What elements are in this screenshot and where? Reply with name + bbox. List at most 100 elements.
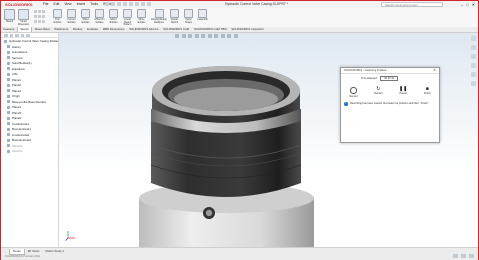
offset-surface-icon [95,9,104,18]
dialog-title: SOLIDWORKS - Capturing Problem ✕ [341,68,439,74]
menu-view[interactable]: View [64,2,71,7]
record-icon [350,87,357,94]
menu-tools[interactable]: Tools [90,2,98,7]
repair-sketch-button[interactable]: Repair Sketch [168,9,181,24]
display-manager-icon[interactable] [26,33,30,37]
tab-addins[interactable]: SOLIDWORKS Add-Ins [127,27,161,32]
offset-icon [81,9,90,18]
options-icon[interactable] [147,2,151,6]
convert-icon [67,9,76,18]
tree-tabs [1,33,58,38]
status-text: SOLIDWORKS Premium 2021 [5,254,41,258]
property-manager-icon[interactable] [9,33,13,37]
configuration-manager-icon[interactable] [15,33,19,37]
spline-tools[interactable] [34,20,46,23]
smart-dimension-icon [18,9,29,20]
command-manager: Sketch Smart Dimension Trim Entities Con… [1,8,478,28]
tab-inspection[interactable]: SOLIDWORKS Inspection [229,27,266,32]
trim-icon [53,9,62,18]
equations-icon [7,67,10,71]
open-icon[interactable] [111,2,115,6]
dialog-close-button[interactable]: ✕ [433,68,436,73]
plane-icon [7,78,10,82]
mirror-entities-button[interactable]: Mirror Entities [107,9,120,24]
time-elapsed: Time Elapsed: 00:07:11 [361,76,399,81]
menu-insert[interactable]: Insert [77,2,85,7]
recording-message: i Recording has been started. Recreate t… [344,102,430,106]
plane-icon [7,111,10,115]
solidworks-logo: SOLIDWORKS [5,2,33,7]
maximize-button[interactable]: □ [466,2,468,7]
tab-weldments[interactable]: Weldments [52,27,71,32]
cut-extrude-icon [7,122,10,126]
search-input[interactable]: Search Community Forum [381,2,443,7]
tab-cam[interactable]: SOLIDWORKS CAM [161,27,192,32]
time-elapsed-value: 00:07:11 [380,76,399,81]
move-entities-button[interactable]: Move Entities [135,9,148,24]
print-icon[interactable] [123,2,127,6]
rebuild-icon[interactable] [141,2,145,6]
origin-icon [7,94,10,98]
boss-extrude-icon [7,127,10,131]
tab-mbd-dimensions[interactable]: MBD Dimensions [100,27,126,32]
smart-dimension-button[interactable]: Smart Dimension [17,9,30,26]
quick-access-toolbar [105,2,151,6]
units-icon[interactable] [461,254,466,258]
repair-icon [170,9,179,18]
select-icon[interactable] [135,2,139,6]
menu-edit[interactable]: Edit [53,2,59,7]
snaps-icon [184,9,193,18]
trim-entities-button[interactable]: Trim Entities [51,9,64,24]
tab-sheet-metal[interactable]: Sheet Metal [32,27,52,32]
tab-motion-study[interactable]: Motion Study 1 [42,249,67,255]
part-icon [4,39,7,43]
axis-triad-icon [65,229,77,242]
instant2d-icon [198,9,207,18]
tab-evaluate[interactable]: Evaluate [85,27,101,32]
new-icon[interactable] [105,2,109,6]
tab-sketch[interactable]: Sketch [16,27,33,32]
quick-snaps-button[interactable]: Quick Snaps [182,9,195,24]
dimxpert-icon[interactable] [20,33,24,37]
menu-file[interactable]: File [43,2,48,7]
cut-extrude-icon [7,133,10,137]
offset-on-surface-button[interactable]: Offset On Surface [93,9,106,24]
help-icon[interactable] [469,254,474,258]
solid-bodies-icon [7,61,10,65]
annotations-icon [7,50,10,54]
recording-controls: Record ↻ Restart ❚❚ Pause ■ Finish [341,86,439,98]
undo-icon[interactable] [129,2,133,6]
sketch-icon [7,144,10,148]
sketch-icon [4,9,15,20]
save-icon[interactable] [117,2,121,6]
sensors-icon [7,56,10,60]
pattern-icon [123,9,132,18]
close-button[interactable]: ✕ [472,2,475,7]
minimize-button[interactable]: – [461,2,463,7]
tab-markup[interactable]: Markup [71,27,85,32]
feature-manager-icon[interactable] [4,33,8,37]
line-tools[interactable] [34,10,46,13]
plane-icon [7,105,10,109]
sketch-icon [7,149,10,153]
convert-entities-button[interactable]: Convert Entities [65,9,78,24]
arc-tools[interactable] [34,15,46,18]
feature-manager-tree: Hydraulic Control Valve Casing (Defau Hi… [1,33,59,247]
display-relations-button[interactable]: Display/Delete Relations [151,9,167,24]
restart-button[interactable]: ↻ Restart [374,86,382,98]
instant2d-button[interactable]: Instant2D [196,9,209,22]
rebuild-status-icon[interactable] [453,254,458,258]
sketch-button[interactable]: Sketch [3,9,16,24]
status-icons [453,254,474,258]
tab-features[interactable]: Features [1,27,17,32]
linear-pattern-button[interactable]: Linear Sketch Pattern [121,9,134,27]
finish-button[interactable]: ■ Finish [424,86,431,98]
tab-cam-tbm[interactable]: SOLIDWORKS CAM TBM [192,27,229,32]
tree-item-sketch2[interactable]: Sketch2 [7,149,22,155]
pause-button[interactable]: ❚❚ Pause [399,86,407,98]
record-button[interactable]: Record [349,86,358,98]
revolve-icon [7,100,10,104]
offset-entities-button[interactable]: Offset Entities [79,9,92,24]
relations-icon [154,9,164,18]
info-icon: i [344,102,348,106]
